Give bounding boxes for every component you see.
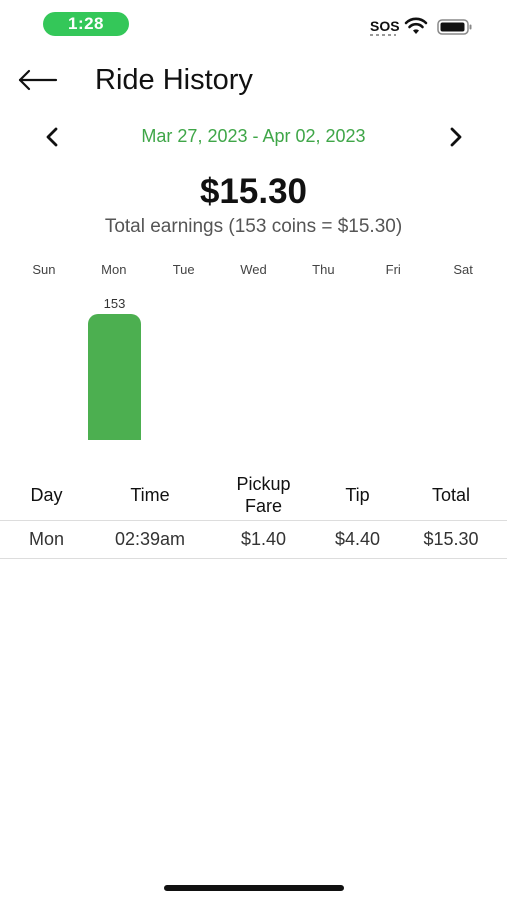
tick-label-sun: Sun — [32, 262, 56, 277]
column-header-time: Time — [130, 485, 170, 505]
tick-label-wed: Wed — [240, 262, 267, 277]
tick-label-tue: Tue — [172, 262, 195, 277]
date-range-label: Mar 27, 2023 - Apr 02, 2023 — [141, 126, 366, 146]
battery-icon — [437, 19, 472, 35]
signal-dots — [370, 34, 396, 36]
column-header-tip: Tip — [345, 485, 370, 505]
total-earnings-subtitle: Total earnings (153 coins = $15.30) — [104, 216, 403, 237]
sos-indicator: SOS — [370, 18, 400, 34]
table-cell-total: $15.30 — [423, 529, 479, 549]
bar-data-label-mon: 153 — [103, 296, 126, 311]
total-earnings: $15.30 — [199, 172, 308, 211]
table-cell-pickup-fare: $1.40 — [240, 529, 287, 549]
column-header-pickup-fare: Pickup Fare — [207, 470, 320, 520]
table-divider — [0, 558, 507, 559]
chart-day-labels: Sun Mon Tue Wed Thu Fri Sat — [9, 262, 498, 282]
table-cell-day: Mon — [28, 529, 64, 549]
tick-label-mon: Mon — [101, 262, 127, 277]
status-time: 1:28 — [43, 12, 129, 36]
tick-label-thu: Thu — [312, 262, 335, 277]
next-week-button[interactable] — [444, 124, 468, 150]
column-header-day: Day — [30, 485, 63, 505]
column-header-total: Total — [431, 485, 471, 505]
bar-mon[interactable] — [88, 314, 141, 440]
page-title: Ride History — [95, 64, 253, 96]
column-header-pickup-fare-label: Pickup Fare — [236, 474, 291, 516]
wifi-icon — [404, 17, 428, 34]
table-cell-tip: $4.40 — [334, 529, 381, 549]
tick-label-sat: Sat — [453, 262, 473, 277]
tick-label-fri: Fri — [385, 262, 401, 277]
back-arrow-icon[interactable] — [16, 64, 60, 96]
table-cell-time: 02:39am — [114, 529, 186, 549]
home-indicator[interactable] — [164, 885, 344, 891]
